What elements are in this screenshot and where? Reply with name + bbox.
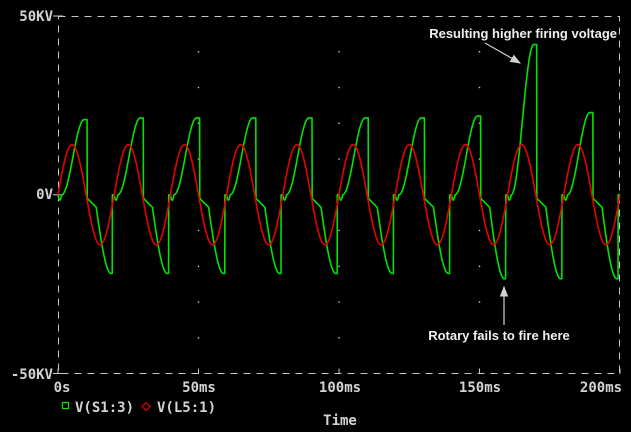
annotations: Resulting higher firing voltage Rotary f…: [428, 26, 617, 343]
legend: V(S1:3) V(L5:1): [63, 400, 217, 416]
probe-plot-window: 50KV 0V -50KV 0s 50ms 100ms 150ms 200ms …: [0, 0, 631, 432]
annotation-higher-firing-voltage: Resulting higher firing voltage: [429, 26, 617, 41]
annotation-arrow-to-spike: [485, 43, 520, 63]
x-tick-label-200ms: 200ms: [580, 380, 622, 396]
y-tick-label-0v: 0V: [36, 187, 53, 203]
x-tick-label-100ms: 100ms: [319, 380, 361, 396]
legend-label-vs13: V(S1:3): [75, 400, 134, 416]
x-tick-label-50ms: 50ms: [182, 380, 216, 396]
waveform-chart: 50KV 0V -50KV 0s 50ms 100ms 150ms 200ms …: [0, 0, 631, 432]
trace-v-s1-3-: [58, 45, 620, 279]
legend-marker-diamond-icon: [142, 403, 150, 411]
y-tick-label-neg50kv: -50KV: [11, 367, 54, 383]
trace-v-l5-1-: [58, 145, 620, 245]
legend-marker-square-icon: [63, 403, 69, 409]
x-tick-label-0s: 0s: [54, 380, 71, 396]
legend-label-vl51: V(L5:1): [157, 400, 216, 416]
x-axis-title: Time: [323, 413, 357, 429]
trace-group: [58, 45, 620, 279]
y-tick-label-50kv: 50KV: [19, 9, 53, 25]
annotation-rotary-fails: Rotary fails to fire here: [428, 328, 570, 343]
x-tick-label-150ms: 150ms: [459, 380, 501, 396]
